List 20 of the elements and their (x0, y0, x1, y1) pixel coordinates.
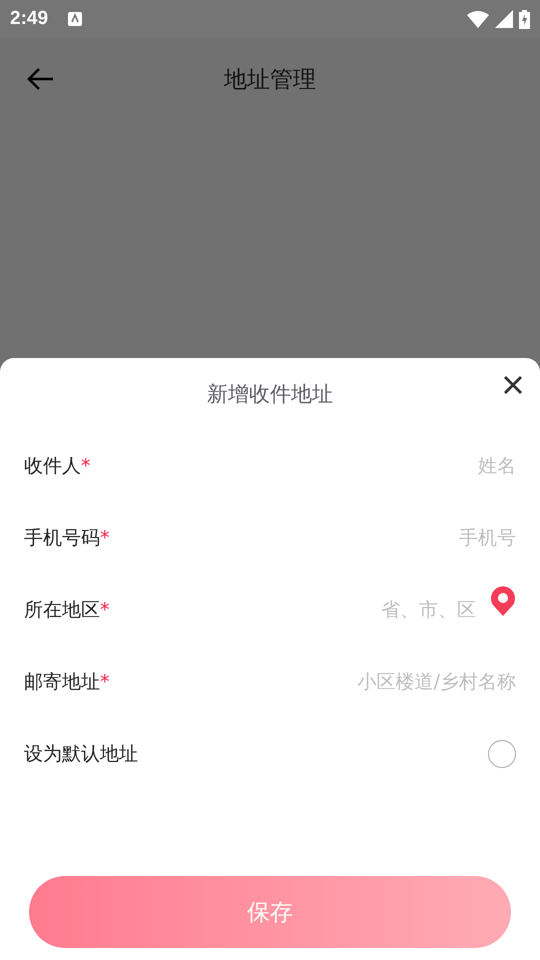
field-label: 邮寄地址* (24, 670, 110, 695)
input-field[interactable]: 小区楼道/乡村名称 (110, 671, 516, 693)
input-field[interactable]: 手机号 (110, 527, 516, 549)
notification-icon (68, 12, 82, 26)
page-title: 地址管理 (224, 66, 316, 94)
close-icon[interactable] (502, 374, 524, 396)
location-pin-icon[interactable] (490, 586, 516, 616)
input-field[interactable]: 姓名 (90, 455, 516, 477)
input-field[interactable]: 省、市、区 (110, 599, 476, 621)
signal-icon (495, 10, 513, 28)
status-time: 2:49 (10, 8, 48, 30)
radio-button[interactable] (488, 740, 516, 768)
save-button[interactable]: 保存 (29, 876, 511, 948)
battery-icon (519, 10, 530, 28)
default-address-label: 设为默认地址 (24, 742, 138, 767)
wifi-icon (467, 10, 489, 28)
field-label: 手机号码* (24, 526, 110, 551)
sheet-title: 新增收件地址 (207, 382, 333, 406)
field-label: 收件人* (24, 454, 90, 479)
field-label: 所在地区* (24, 598, 110, 623)
